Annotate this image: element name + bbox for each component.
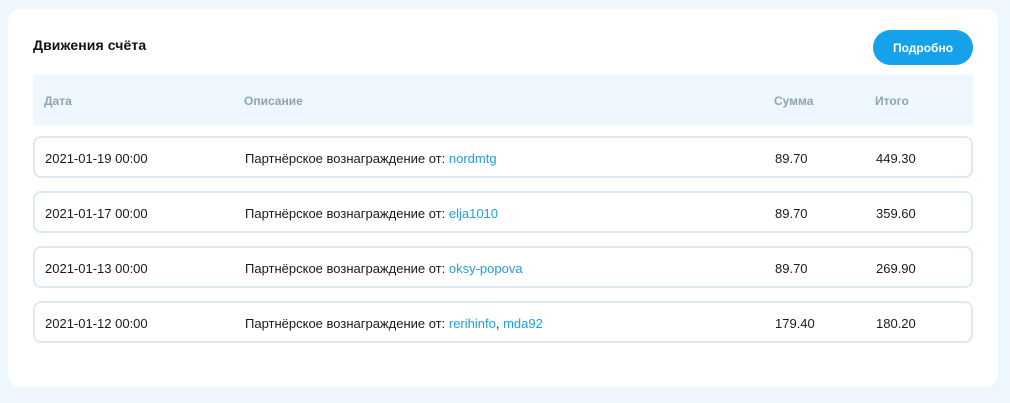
row-description: Партнёрское вознаграждение от: elja1010 (245, 206, 498, 221)
user-link[interactable]: nordmtg (449, 151, 497, 166)
user-link[interactable]: mda92 (503, 316, 543, 331)
row-date: 2021-01-13 00:00 (45, 261, 148, 276)
row-total: 269.90 (876, 261, 916, 276)
card-title: Движения счёта (33, 37, 147, 53)
row-date: 2021-01-12 00:00 (45, 316, 148, 331)
row-sum: 89.70 (775, 206, 808, 221)
table-row: 2021-01-13 00:00 Партнёрское вознагражде… (33, 246, 973, 288)
row-description: Партнёрское вознаграждение от: rerihinfo… (245, 316, 543, 331)
account-movements-card: Движения счёта Подробно Дата Описание Су… (8, 9, 998, 387)
table-header: Дата Описание Сумма Итого (33, 75, 973, 125)
user-link[interactable]: oksy-popova (449, 261, 523, 276)
description-prefix: Партнёрское вознаграждение от: (245, 151, 449, 166)
row-total: 449.30 (876, 151, 916, 166)
details-button[interactable]: Подробно (873, 30, 973, 65)
row-date: 2021-01-17 00:00 (45, 206, 148, 221)
row-total: 359.60 (876, 206, 916, 221)
row-description: Партнёрское вознаграждение от: oksy-popo… (245, 261, 523, 276)
description-prefix: Партнёрское вознаграждение от: (245, 316, 449, 331)
description-prefix: Партнёрское вознаграждение от: (245, 261, 449, 276)
user-separator: , (495, 316, 504, 331)
column-header-total: Итого (875, 94, 909, 108)
user-link[interactable]: rerihinfo (449, 316, 496, 331)
table-row: 2021-01-17 00:00 Партнёрское вознагражде… (33, 191, 973, 233)
row-sum: 89.70 (775, 151, 808, 166)
column-header-description: Описание (244, 94, 303, 108)
row-date: 2021-01-19 00:00 (45, 151, 148, 166)
row-description: Партнёрское вознаграждение от: nordmtg (245, 151, 497, 166)
row-sum: 89.70 (775, 261, 808, 276)
table-row: 2021-01-19 00:00 Партнёрское вознагражде… (33, 136, 973, 178)
row-sum: 179.40 (775, 316, 815, 331)
column-header-date: Дата (44, 94, 72, 108)
table-row: 2021-01-12 00:00 Партнёрское вознагражде… (33, 301, 973, 343)
row-total: 180.20 (876, 316, 916, 331)
user-link[interactable]: elja1010 (449, 206, 498, 221)
table-body: 2021-01-19 00:00 Партнёрское вознагражде… (33, 136, 973, 356)
column-header-sum: Сумма (774, 94, 814, 108)
description-prefix: Партнёрское вознаграждение от: (245, 206, 449, 221)
